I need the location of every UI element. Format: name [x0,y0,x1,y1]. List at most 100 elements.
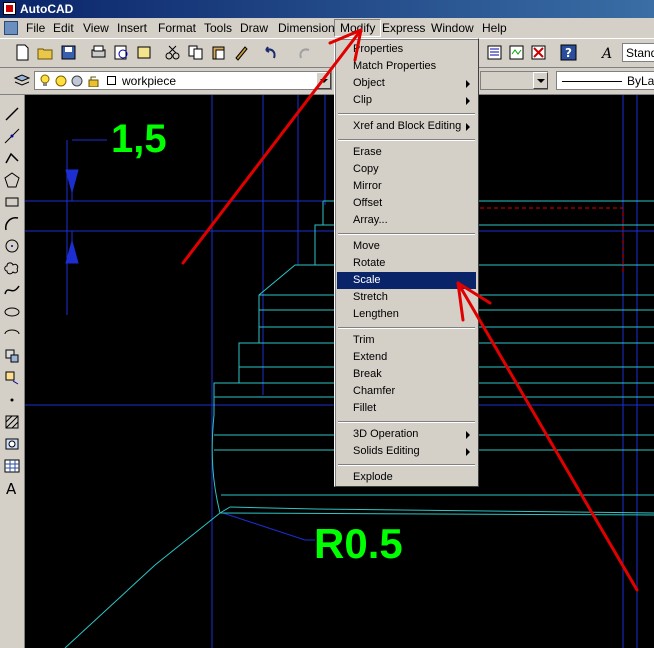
menu-item-match-properties[interactable]: Match Properties [337,58,476,75]
window-title: AutoCAD [20,2,74,16]
help-icon[interactable]: ? [560,44,577,61]
polygon-icon[interactable] [3,171,21,189]
menu-item-break[interactable]: Break [337,366,476,383]
lock-icon[interactable] [87,75,101,88]
markup-icon[interactable] [530,44,547,61]
text-style-combo[interactable]: Standard [622,43,654,62]
ellipse-arc-icon[interactable] [3,325,21,343]
color-combo[interactable] [480,71,548,90]
color-dropdown-icon[interactable] [533,72,548,89]
copy-icon[interactable] [187,44,204,61]
menu-format[interactable]: Format [158,21,196,35]
menu-item-xref-and-block-editing[interactable]: Xref and Block Editing [337,118,476,135]
line-icon[interactable] [3,105,21,123]
menu-item-move[interactable]: Move [337,238,476,255]
circle-icon[interactable] [3,237,21,255]
rectangle-icon[interactable] [3,193,21,211]
match-properties-icon[interactable] [233,44,250,61]
menu-item-object[interactable]: Object [337,75,476,92]
menu-tools[interactable]: Tools [204,21,232,35]
menu-item-offset[interactable]: Offset [337,195,476,212]
menu-item-clip[interactable]: Clip [337,92,476,109]
tool-palettes-icon[interactable] [486,44,503,61]
text-style-icon[interactable]: A [600,44,617,62]
menu-item-erase[interactable]: Erase [337,144,476,161]
autocad-app-icon[interactable] [3,2,16,15]
undo-icon[interactable] [262,44,279,61]
menu-item-label: Chamfer [353,385,396,397]
menu-separator [338,139,475,141]
region-icon[interactable] [3,435,21,453]
table-icon[interactable] [3,457,21,475]
menu-item-copy[interactable]: Copy [337,161,476,178]
ellipse-icon[interactable] [3,303,21,321]
menu-item-label: Xref and Block Editing [353,120,462,132]
construction-line-icon[interactable] [3,127,21,145]
linetype-combo[interactable]: ByLayer [556,71,654,90]
revision-cloud-icon[interactable] [3,259,21,277]
menu-item-chamfer[interactable]: Chamfer [337,383,476,400]
menu-item-3d-operation[interactable]: 3D Operation [337,426,476,443]
menu-item-scale[interactable]: Scale [337,272,476,289]
menu-item-label: Properties [353,43,404,55]
point-icon[interactable] [3,391,21,409]
menu-item-extend[interactable]: Extend [337,349,476,366]
menu-item-properties[interactable]: Properties [337,41,476,58]
document-icon[interactable] [4,21,18,35]
layer-color-swatch[interactable] [107,76,116,85]
menu-item-trim[interactable]: Trim [337,332,476,349]
insert-block-icon[interactable] [3,347,21,365]
menu-item-label: 3D Operation [353,428,419,440]
cut-icon[interactable] [164,44,181,61]
layer-dropdown-icon[interactable] [316,72,331,89]
menu-item-label: Explode [353,471,393,483]
menu-item-explode[interactable]: Explode [337,469,476,486]
sheet-set-icon[interactable] [508,44,525,61]
plot-icon[interactable] [90,44,107,61]
plot-preview-icon[interactable] [113,44,130,61]
spline-icon[interactable] [3,281,21,299]
open-file-icon[interactable] [37,44,54,61]
menu-item-label: Clip [353,94,372,106]
layer-manager-icon[interactable] [13,72,31,89]
menu-modify[interactable]: Modify [334,19,382,37]
submenu-arrow-icon [466,431,470,439]
hatch-icon[interactable] [3,413,21,431]
publish-icon[interactable] [136,44,153,61]
menu-edit[interactable]: Edit [53,21,74,35]
save-icon[interactable] [60,44,77,61]
layer-on-icon[interactable] [39,74,51,88]
menu-window[interactable]: Window [431,21,474,35]
linetype-sample [562,81,622,82]
make-block-icon[interactable] [3,369,21,387]
menu-item-solids-editing[interactable]: Solids Editing [337,443,476,460]
menu-item-rotate[interactable]: Rotate [337,255,476,272]
menu-bar: File Edit View Insert Format Tools Draw … [0,18,654,39]
menu-item-label: Trim [353,334,375,346]
menu-file[interactable]: File [26,21,45,35]
menu-item-array[interactable]: Array... [337,212,476,229]
menu-insert[interactable]: Insert [117,21,147,35]
svg-text:?: ? [565,46,572,60]
paste-icon[interactable] [210,44,227,61]
svg-text:A: A [600,46,612,61]
freeze-sun-icon[interactable] [55,75,67,87]
title-bar: AutoCAD [0,0,654,18]
menu-express[interactable]: Express [382,21,425,35]
menu-item-stretch[interactable]: Stretch [337,289,476,306]
menu-separator [338,113,475,115]
viewport-freeze-icon[interactable] [71,75,83,87]
menu-draw[interactable]: Draw [240,21,268,35]
polyline-icon[interactable] [3,149,21,167]
menu-item-lengthen[interactable]: Lengthen [337,306,476,323]
menu-item-mirror[interactable]: Mirror [337,178,476,195]
layer-combo[interactable]: workpiece [34,71,332,90]
menu-dimension[interactable]: Dimension [278,21,335,35]
redo-icon[interactable] [296,44,313,61]
menu-view[interactable]: View [83,21,109,35]
menu-item-fillet[interactable]: Fillet [337,400,476,417]
menu-help[interactable]: Help [482,21,507,35]
new-file-icon[interactable] [14,44,31,61]
multiline-text-icon[interactable]: A [3,479,21,498]
arc-icon[interactable] [3,215,21,233]
